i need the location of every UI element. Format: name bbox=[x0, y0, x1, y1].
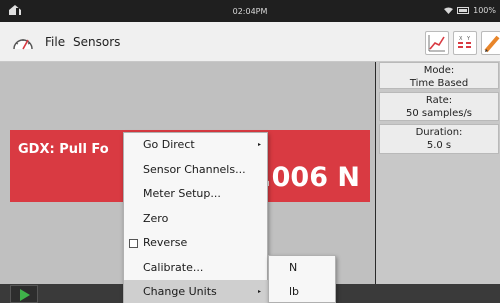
annotate-button[interactable] bbox=[481, 31, 500, 55]
sensor-name: GDX: Pull Fo bbox=[18, 142, 109, 157]
units-submenu: N lb bbox=[268, 255, 336, 303]
duration-label: Duration: bbox=[415, 127, 463, 138]
duration-value: 5.0 s bbox=[426, 140, 452, 151]
collect-button[interactable] bbox=[10, 285, 38, 303]
wifi-icon bbox=[444, 7, 454, 14]
menu-file[interactable]: File bbox=[45, 35, 65, 49]
menu-item-go-direct[interactable]: Go Direct ▸ bbox=[124, 133, 269, 158]
submenu-arrow-icon: ▸ bbox=[257, 288, 261, 295]
menu-item-label: Sensor Channels... bbox=[143, 162, 246, 176]
graph-view-button[interactable] bbox=[425, 31, 449, 55]
mode-value: Time Based bbox=[409, 78, 469, 89]
status-bar: 02:04PM 100% bbox=[0, 0, 500, 22]
menu-item-label: Reverse bbox=[143, 236, 188, 249]
menu-item-sensor-channels[interactable]: Sensor Channels... bbox=[124, 158, 269, 183]
reverse-checkbox[interactable] bbox=[129, 239, 138, 248]
graph-icon bbox=[428, 35, 445, 52]
collection-settings-panel: Mode: Time Based Rate: 50 samples/s Dura… bbox=[376, 62, 500, 284]
duration-setting[interactable]: Duration: 5.0 s bbox=[379, 124, 499, 154]
meter-app-icon bbox=[13, 39, 33, 50]
menu-item-meter-setup[interactable]: Meter Setup... bbox=[124, 182, 269, 207]
svg-text:X: X bbox=[459, 36, 463, 42]
menu-item-calibrate[interactable]: Calibrate... bbox=[124, 256, 269, 281]
rate-label: Rate: bbox=[425, 95, 453, 106]
rate-setting[interactable]: Rate: 50 samples/s bbox=[379, 92, 499, 121]
table-icon: X Y bbox=[458, 36, 471, 48]
menu-sensors[interactable]: Sensors bbox=[73, 35, 120, 49]
play-icon bbox=[20, 289, 30, 301]
unit-option-lb[interactable]: lb bbox=[269, 280, 337, 303]
mode-setting[interactable]: Mode: Time Based bbox=[379, 62, 499, 89]
unit-option-n[interactable]: N bbox=[269, 256, 337, 280]
mode-label: Mode: bbox=[423, 65, 455, 76]
battery-percent: 100% bbox=[473, 6, 496, 15]
table-view-button[interactable]: X Y bbox=[453, 31, 477, 55]
battery-icon bbox=[457, 7, 470, 14]
sensor-context-menu: Go Direct ▸ Sensor Channels... Meter Set… bbox=[123, 132, 269, 303]
menu-item-label: Zero bbox=[143, 211, 169, 225]
menu-item-zero[interactable]: Zero bbox=[124, 207, 269, 232]
menu-item-label: Calibrate... bbox=[143, 260, 204, 274]
menu-item-label: Meter Setup... bbox=[143, 187, 221, 200]
menu-item-reverse[interactable]: Reverse bbox=[124, 231, 269, 256]
svg-text:Y: Y bbox=[466, 36, 471, 42]
rate-value: 50 samples/s bbox=[405, 108, 473, 119]
meter-reading: .006 N bbox=[261, 162, 360, 193]
pencil-icon bbox=[484, 35, 500, 53]
submenu-arrow-icon: ▸ bbox=[257, 141, 261, 148]
menu-item-label: Change Units bbox=[143, 285, 217, 298]
menu-item-change-units[interactable]: Change Units ▸ bbox=[124, 280, 269, 303]
status-indicators: 100% bbox=[444, 6, 496, 15]
status-time: 02:04PM bbox=[232, 7, 268, 16]
menu-item-label: Go Direct bbox=[143, 138, 195, 151]
app-toolbar: File Sensors X Y bbox=[0, 22, 500, 62]
